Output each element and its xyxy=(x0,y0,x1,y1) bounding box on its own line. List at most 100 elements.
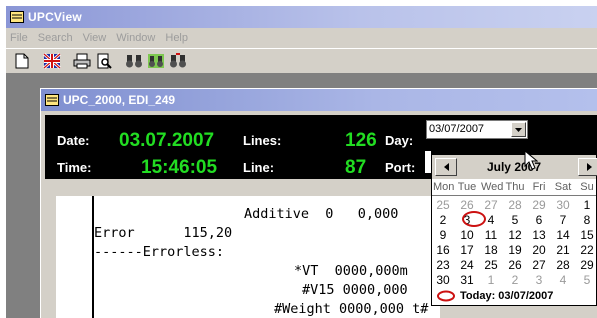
calendar-day[interactable]: 23 xyxy=(433,258,453,272)
flag-icon xyxy=(43,53,61,69)
calendar-day[interactable]: 1 xyxy=(481,273,501,287)
app-title: UPCView xyxy=(28,10,82,24)
calendar-day[interactable]: 17 xyxy=(457,243,477,257)
menu-bar: File Search View Window Help xyxy=(6,28,597,48)
today-bar[interactable]: Today: 03/07/2007 xyxy=(432,287,596,305)
date-value: 03.07.2007 xyxy=(119,130,215,151)
weekday-divider xyxy=(432,195,596,196)
calendar-day[interactable]: 30 xyxy=(553,198,573,212)
next-month-button[interactable] xyxy=(578,158,597,176)
calendar-day[interactable]: 6 xyxy=(529,213,549,227)
calendar-day[interactable]: 10 xyxy=(457,228,477,242)
document-icon xyxy=(45,94,59,106)
menu-window[interactable]: Window xyxy=(116,32,155,44)
calendar-day[interactable]: 28 xyxy=(505,198,525,212)
menu-view[interactable]: View xyxy=(83,32,107,44)
app-icon xyxy=(10,11,24,23)
app-title-bar: UPCView xyxy=(6,6,597,28)
menu-search[interactable]: Search xyxy=(38,32,73,44)
calendar-day[interactable]: 25 xyxy=(481,258,501,272)
weekday-label: Thu xyxy=(505,181,525,193)
weekday-label: Wed xyxy=(481,181,504,193)
find-previous-icon xyxy=(170,53,186,68)
find-button[interactable] xyxy=(124,51,144,71)
weekday-label: Fri xyxy=(532,181,546,193)
print-preview-button[interactable] xyxy=(94,51,114,71)
calendar-header: July 2007 xyxy=(432,155,597,179)
menu-file[interactable]: File xyxy=(10,32,28,44)
calendar-day[interactable]: 25 xyxy=(433,198,453,212)
weekday-label: Tue xyxy=(457,181,477,193)
calendar-day[interactable]: 13 xyxy=(529,228,549,242)
new-document-icon xyxy=(15,53,29,69)
calendar-day[interactable]: 24 xyxy=(457,258,477,272)
new-document-button[interactable] xyxy=(12,51,32,71)
document-line: Error 115,20 xyxy=(94,225,233,241)
calendar-day[interactable]: 26 xyxy=(505,258,525,272)
calendar-day[interactable]: 5 xyxy=(577,273,597,287)
time-label: Time: xyxy=(57,160,92,175)
calendar-day[interactable]: 15 xyxy=(577,228,597,242)
calendar-day[interactable]: 26 xyxy=(457,198,477,212)
calendar-day[interactable]: 2 xyxy=(505,273,525,287)
port-label: Port: xyxy=(385,160,416,175)
calendar-day[interactable]: 29 xyxy=(529,198,549,212)
calendar-day[interactable]: 27 xyxy=(529,258,549,272)
day-value: 03/07/2007 xyxy=(429,123,485,135)
calendar-day[interactable]: 19 xyxy=(505,243,525,257)
calendar-day[interactable]: 29 xyxy=(577,258,597,272)
lines-label: Lines: xyxy=(243,133,282,148)
find-next-icon xyxy=(148,54,164,68)
document-line: #Weight 0000,000 t# xyxy=(274,301,429,317)
child-title-bar: UPC_2000, EDI_249 xyxy=(41,89,597,111)
weekday-label: Su xyxy=(580,181,594,193)
chevron-down-icon xyxy=(515,127,522,132)
day-combobox[interactable]: 03/07/2007 xyxy=(426,120,528,139)
document-line: ------Errorless: xyxy=(94,244,225,260)
calendar-day[interactable]: 4 xyxy=(553,273,573,287)
calendar-day[interactable]: 22 xyxy=(577,243,597,257)
calendar-day[interactable]: 7 xyxy=(553,213,573,227)
weekday-label: Mon xyxy=(433,181,455,193)
calendar-day[interactable]: 11 xyxy=(481,228,501,242)
calendar-day[interactable]: 28 xyxy=(553,258,573,272)
calendar-day[interactable]: 5 xyxy=(505,213,525,227)
calendar-dropdown: July 2007 Mon Tue Wed Thu Fri Sat Su 25 26 27 28 2… xyxy=(431,154,597,306)
calendar-day[interactable]: 9 xyxy=(433,228,453,242)
calendar-day[interactable]: 20 xyxy=(529,243,549,257)
calendar-day[interactable]: 27 xyxy=(481,198,501,212)
day-dropdown-button[interactable] xyxy=(511,122,526,137)
printer-icon xyxy=(73,53,91,69)
flag-button[interactable] xyxy=(42,51,62,71)
find-next-button[interactable] xyxy=(146,51,166,71)
calendar-month-label[interactable]: July 2007 xyxy=(432,160,596,174)
calendar-day[interactable]: 21 xyxy=(553,243,573,257)
line-label: Line: xyxy=(243,160,275,175)
selected-day-circle xyxy=(462,211,486,227)
calendar-day[interactable]: 1 xyxy=(577,198,597,212)
date-label: Date: xyxy=(57,133,90,148)
calendar-day[interactable]: 12 xyxy=(505,228,525,242)
weekday-label: Sat xyxy=(554,181,572,193)
calendar-day[interactable]: 3 xyxy=(529,273,549,287)
menu-help[interactable]: Help xyxy=(165,32,188,44)
calendar-day[interactable]: 18 xyxy=(481,243,501,257)
today-label: Today: 03/07/2007 xyxy=(460,290,554,302)
calendar-day[interactable]: 8 xyxy=(577,213,597,227)
document-line: *VT 0000,000m xyxy=(294,263,408,279)
day-label: Day: xyxy=(385,133,414,148)
calendar-day[interactable]: 30 xyxy=(433,273,453,287)
document-view[interactable]: Additive 0 0,000 Error 115,20 ------Erro… xyxy=(56,196,440,318)
child-title: UPC_2000, EDI_249 xyxy=(63,93,176,107)
arrow-right-icon xyxy=(586,163,592,171)
find-previous-button[interactable] xyxy=(168,51,188,71)
today-circle-icon xyxy=(437,290,455,302)
time-value: 15:46:05 xyxy=(141,157,218,178)
calendar-day[interactable]: 14 xyxy=(553,228,573,242)
print-button[interactable] xyxy=(72,51,92,71)
calendar-day[interactable]: 31 xyxy=(457,273,477,287)
lines-value: 126 xyxy=(345,130,377,151)
calendar-day[interactable]: 16 xyxy=(433,243,453,257)
toolbar xyxy=(6,48,597,74)
calendar-day[interactable]: 2 xyxy=(433,213,453,227)
